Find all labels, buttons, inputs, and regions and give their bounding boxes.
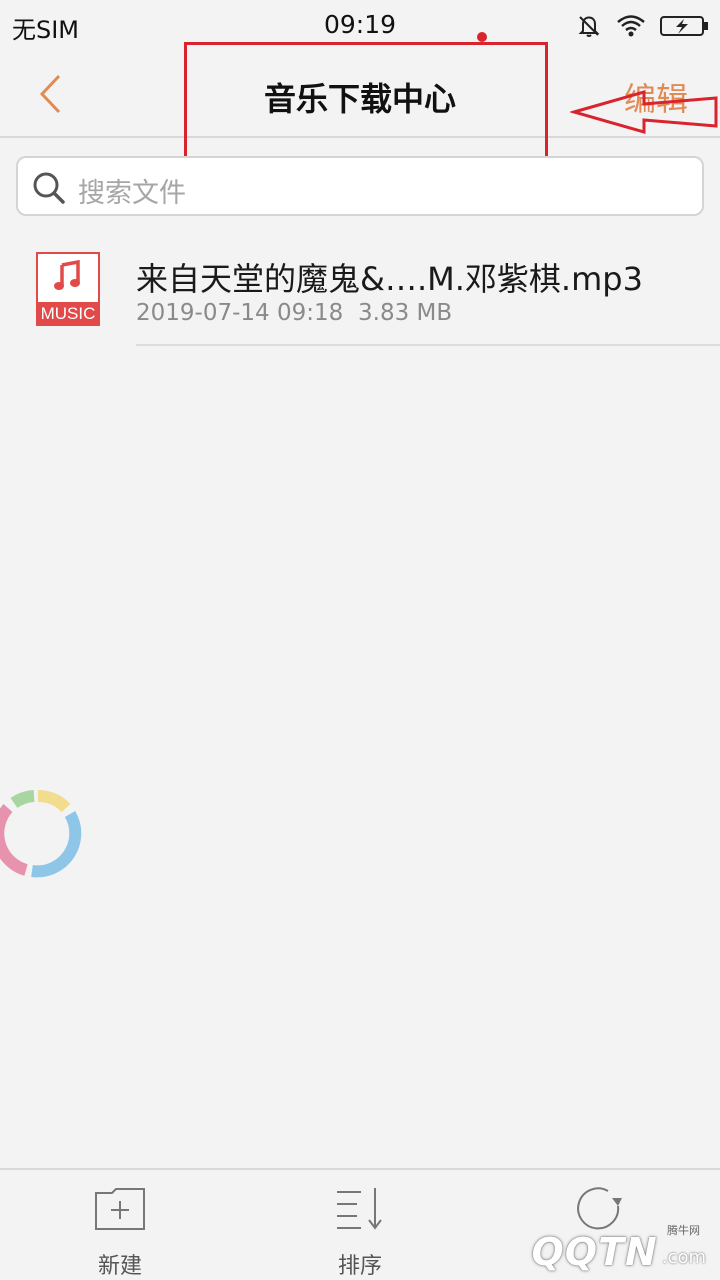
battery-charging-icon	[660, 14, 710, 38]
status-icons	[576, 12, 710, 40]
new-label: 新建	[97, 1254, 142, 1279]
annotation-highlight-box	[184, 42, 548, 166]
sort-button[interactable]: 排序	[300, 1186, 420, 1280]
thumbnail-label: MUSIC	[40, 304, 96, 323]
divider	[136, 344, 720, 346]
file-list: MUSIC 来自天堂的魔鬼&….M.邓紫棋.mp3 2019-07-14 09:…	[0, 232, 720, 346]
file-size: 3.83 MB	[358, 300, 453, 326]
watermark-sub: 腾牛网	[667, 1224, 700, 1237]
watermark-tld: .com	[661, 1247, 706, 1268]
search-icon	[32, 171, 66, 209]
search-input[interactable]: 搜索文件	[16, 156, 704, 216]
mute-bell-icon	[576, 13, 602, 39]
watermark-text: QQTN	[531, 1230, 658, 1274]
new-folder-button[interactable]: 新建	[60, 1186, 180, 1280]
bottom-toolbar: 新建 排序 腾牛网 QQTN .com	[0, 1168, 720, 1280]
music-file-thumbnail: MUSIC	[36, 252, 100, 326]
search-placeholder: 搜索文件	[78, 178, 186, 209]
annotation-arrow-icon	[568, 90, 720, 142]
music-note-icon	[53, 259, 83, 297]
file-name: 来自天堂的魔鬼&….M.邓紫棋.mp3	[136, 260, 643, 298]
watermark-logo: 腾牛网 QQTN .com	[531, 1224, 706, 1274]
wifi-icon	[616, 14, 646, 38]
floating-ring-icon[interactable]	[0, 788, 86, 884]
sort-label: 排序	[337, 1254, 382, 1279]
list-item[interactable]: MUSIC 来自天堂的魔鬼&….M.邓紫棋.mp3 2019-07-14 09:…	[0, 232, 720, 346]
annotation-dot	[477, 32, 487, 42]
file-date: 2019-07-14 09:18	[136, 300, 344, 326]
new-folder-icon	[94, 1187, 146, 1235]
sort-icon	[335, 1186, 385, 1236]
